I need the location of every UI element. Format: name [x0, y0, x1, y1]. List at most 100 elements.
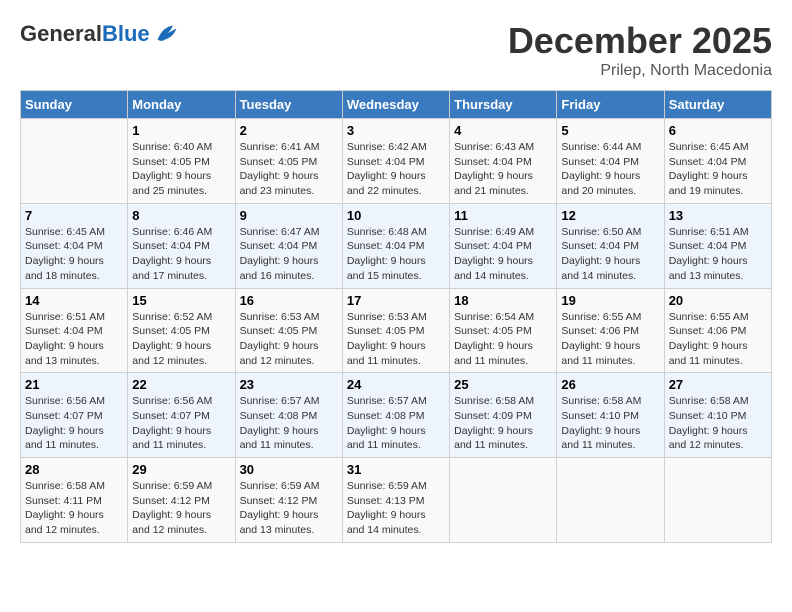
calendar-cell: 4 Sunrise: 6:43 AM Sunset: 4:04 PM Daylig… — [450, 119, 557, 204]
calendar-cell: 9 Sunrise: 6:47 AM Sunset: 4:04 PM Daylig… — [235, 203, 342, 288]
calendar-week-row: 21 Sunrise: 6:56 AM Sunset: 4:07 PM Dayli… — [21, 373, 772, 458]
day-info: Sunrise: 6:53 AM Sunset: 4:05 PM Dayligh… — [240, 310, 338, 369]
day-info: Sunrise: 6:50 AM Sunset: 4:04 PM Dayligh… — [561, 225, 659, 284]
day-number: 25 — [454, 377, 552, 392]
calendar-week-row: 14 Sunrise: 6:51 AM Sunset: 4:04 PM Dayli… — [21, 288, 772, 373]
day-info: Sunrise: 6:58 AM Sunset: 4:09 PM Dayligh… — [454, 394, 552, 453]
day-info: Sunrise: 6:41 AM Sunset: 4:05 PM Dayligh… — [240, 140, 338, 199]
calendar-cell: 12 Sunrise: 6:50 AM Sunset: 4:04 PM Dayli… — [557, 203, 664, 288]
day-info: Sunrise: 6:56 AM Sunset: 4:07 PM Dayligh… — [25, 394, 123, 453]
day-number: 2 — [240, 123, 338, 138]
logo-blue-text: Blue — [102, 21, 150, 46]
day-number: 4 — [454, 123, 552, 138]
month-title: December 2025 — [508, 20, 772, 62]
calendar-week-row: 28Sunrise: 6:58 AM Sunset: 4:11 PM Dayli… — [21, 458, 772, 543]
day-header-thursday: Thursday — [450, 91, 557, 119]
day-info: Sunrise: 6:40 AM Sunset: 4:05 PM Dayligh… — [132, 140, 230, 199]
day-info: Sunrise: 6:51 AM Sunset: 4:04 PM Dayligh… — [25, 310, 123, 369]
calendar-cell — [664, 458, 771, 543]
day-header-saturday: Saturday — [664, 91, 771, 119]
calendar-cell — [450, 458, 557, 543]
day-info: Sunrise: 6:58 AM Sunset: 4:10 PM Dayligh… — [561, 394, 659, 453]
calendar-cell: 25 Sunrise: 6:58 AM Sunset: 4:09 PM Dayli… — [450, 373, 557, 458]
day-info: Sunrise: 6:57 AM Sunset: 4:08 PM Dayligh… — [347, 394, 445, 453]
day-header-tuesday: Tuesday — [235, 91, 342, 119]
calendar-week-row: 7 Sunrise: 6:45 AM Sunset: 4:04 PM Daylig… — [21, 203, 772, 288]
day-number: 24 — [347, 377, 445, 392]
day-number: 28 — [25, 462, 123, 477]
day-info: Sunrise: 6:45 AM Sunset: 4:04 PM Dayligh… — [25, 225, 123, 284]
day-number: 26 — [561, 377, 659, 392]
calendar-cell: 2 Sunrise: 6:41 AM Sunset: 4:05 PM Daylig… — [235, 119, 342, 204]
calendar-cell: 5 Sunrise: 6:44 AM Sunset: 4:04 PM Daylig… — [557, 119, 664, 204]
calendar-cell: 31 Sunrise: 6:59 AM Sunset: 4:13 PM Dayli… — [342, 458, 449, 543]
calendar-cell: 27 Sunrise: 6:58 AM Sunset: 4:10 PM Dayli… — [664, 373, 771, 458]
day-number: 19 — [561, 293, 659, 308]
calendar-cell: 30 Sunrise: 6:59 AM Sunset: 4:12 PM Dayli… — [235, 458, 342, 543]
header: GeneralBlue December 2025 Prilep, North … — [20, 20, 772, 80]
day-number: 30 — [240, 462, 338, 477]
day-info: Sunrise: 6:59 AM Sunset: 4:13 PM Dayligh… — [347, 479, 445, 538]
day-number: 7 — [25, 208, 123, 223]
calendar-cell: 28Sunrise: 6:58 AM Sunset: 4:11 PM Dayli… — [21, 458, 128, 543]
calendar-cell: 18Sunrise: 6:54 AM Sunset: 4:05 PM Dayli… — [450, 288, 557, 373]
calendar-cell: 26 Sunrise: 6:58 AM Sunset: 4:10 PM Dayli… — [557, 373, 664, 458]
day-info: Sunrise: 6:57 AM Sunset: 4:08 PM Dayligh… — [240, 394, 338, 453]
calendar-cell: 19Sunrise: 6:55 AM Sunset: 4:06 PM Dayli… — [557, 288, 664, 373]
day-number: 16 — [240, 293, 338, 308]
logo: GeneralBlue — [20, 20, 180, 48]
day-info: Sunrise: 6:58 AM Sunset: 4:10 PM Dayligh… — [669, 394, 767, 453]
day-info: Sunrise: 6:59 AM Sunset: 4:12 PM Dayligh… — [240, 479, 338, 538]
day-info: Sunrise: 6:46 AM Sunset: 4:04 PM Dayligh… — [132, 225, 230, 284]
title-area: December 2025 Prilep, North Macedonia — [508, 20, 772, 80]
calendar-cell: 16 Sunrise: 6:53 AM Sunset: 4:05 PM Dayli… — [235, 288, 342, 373]
day-number: 17 — [347, 293, 445, 308]
day-header-wednesday: Wednesday — [342, 91, 449, 119]
location: Prilep, North Macedonia — [508, 62, 772, 80]
day-header-friday: Friday — [557, 91, 664, 119]
day-number: 27 — [669, 377, 767, 392]
day-header-sunday: Sunday — [21, 91, 128, 119]
calendar-week-row: 1Sunrise: 6:40 AM Sunset: 4:05 PM Daylig… — [21, 119, 772, 204]
day-info: Sunrise: 6:45 AM Sunset: 4:04 PM Dayligh… — [669, 140, 767, 199]
day-info: Sunrise: 6:56 AM Sunset: 4:07 PM Dayligh… — [132, 394, 230, 453]
calendar-cell: 13Sunrise: 6:51 AM Sunset: 4:04 PM Dayli… — [664, 203, 771, 288]
day-number: 11 — [454, 208, 552, 223]
calendar-cell: 7 Sunrise: 6:45 AM Sunset: 4:04 PM Daylig… — [21, 203, 128, 288]
calendar-cell: 15Sunrise: 6:52 AM Sunset: 4:05 PM Dayli… — [128, 288, 235, 373]
day-number: 12 — [561, 208, 659, 223]
calendar-cell: 23Sunrise: 6:57 AM Sunset: 4:08 PM Dayli… — [235, 373, 342, 458]
day-number: 9 — [240, 208, 338, 223]
calendar-cell — [21, 119, 128, 204]
day-info: Sunrise: 6:42 AM Sunset: 4:04 PM Dayligh… — [347, 140, 445, 199]
calendar-cell: 8 Sunrise: 6:46 AM Sunset: 4:04 PM Daylig… — [128, 203, 235, 288]
day-info: Sunrise: 6:49 AM Sunset: 4:04 PM Dayligh… — [454, 225, 552, 284]
calendar-cell — [557, 458, 664, 543]
day-info: Sunrise: 6:52 AM Sunset: 4:05 PM Dayligh… — [132, 310, 230, 369]
day-info: Sunrise: 6:43 AM Sunset: 4:04 PM Dayligh… — [454, 140, 552, 199]
day-info: Sunrise: 6:44 AM Sunset: 4:04 PM Dayligh… — [561, 140, 659, 199]
day-header-monday: Monday — [128, 91, 235, 119]
day-number: 6 — [669, 123, 767, 138]
day-info: Sunrise: 6:54 AM Sunset: 4:05 PM Dayligh… — [454, 310, 552, 369]
day-number: 10 — [347, 208, 445, 223]
day-number: 14 — [25, 293, 123, 308]
day-info: Sunrise: 6:51 AM Sunset: 4:04 PM Dayligh… — [669, 225, 767, 284]
day-number: 22 — [132, 377, 230, 392]
calendar-header-row: SundayMondayTuesdayWednesdayThursdayFrid… — [21, 91, 772, 119]
day-number: 5 — [561, 123, 659, 138]
day-number: 21 — [25, 377, 123, 392]
day-number: 29 — [132, 462, 230, 477]
day-info: Sunrise: 6:55 AM Sunset: 4:06 PM Dayligh… — [669, 310, 767, 369]
day-number: 31 — [347, 462, 445, 477]
calendar-cell: 24 Sunrise: 6:57 AM Sunset: 4:08 PM Dayli… — [342, 373, 449, 458]
calendar-cell: 10 Sunrise: 6:48 AM Sunset: 4:04 PM Dayli… — [342, 203, 449, 288]
day-info: Sunrise: 6:48 AM Sunset: 4:04 PM Dayligh… — [347, 225, 445, 284]
day-number: 8 — [132, 208, 230, 223]
day-info: Sunrise: 6:47 AM Sunset: 4:04 PM Dayligh… — [240, 225, 338, 284]
calendar-cell: 21 Sunrise: 6:56 AM Sunset: 4:07 PM Dayli… — [21, 373, 128, 458]
calendar-table: SundayMondayTuesdayWednesdayThursdayFrid… — [20, 90, 772, 543]
day-info: Sunrise: 6:59 AM Sunset: 4:12 PM Dayligh… — [132, 479, 230, 538]
calendar-cell: 20Sunrise: 6:55 AM Sunset: 4:06 PM Dayli… — [664, 288, 771, 373]
calendar-cell: 1Sunrise: 6:40 AM Sunset: 4:05 PM Daylig… — [128, 119, 235, 204]
